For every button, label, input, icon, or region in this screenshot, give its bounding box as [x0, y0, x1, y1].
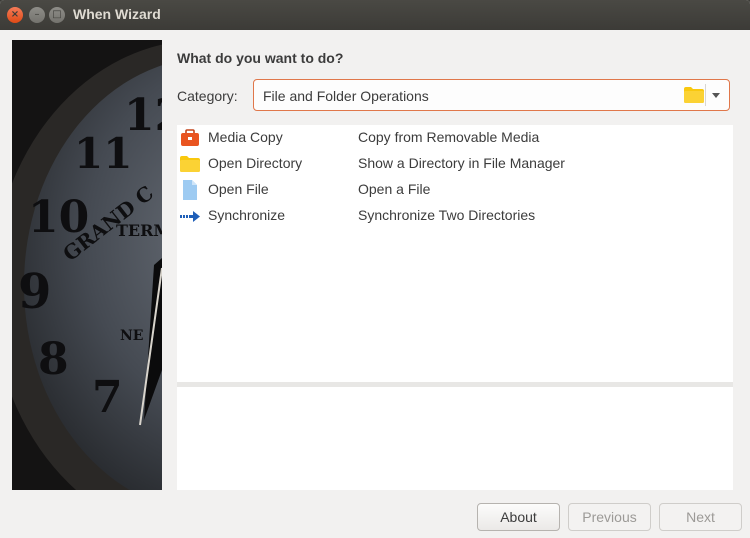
file-icon: [180, 180, 200, 200]
list-item[interactable]: Synchronize Synchronize Two Directories: [177, 203, 733, 229]
category-combobox[interactable]: File and Folder Operations: [253, 79, 730, 111]
task-list: Media Copy Copy from Removable Media Ope…: [177, 125, 733, 382]
category-label: Category:: [177, 88, 238, 104]
list-item[interactable]: Media Copy Copy from Removable Media: [177, 125, 733, 151]
close-button[interactable]: ×: [7, 7, 23, 23]
task-description: Open a File: [358, 181, 431, 197]
category-value: File and Folder Operations: [263, 88, 429, 104]
task-description: Copy from Removable Media: [358, 129, 540, 145]
task-description: Synchronize Two Directories: [358, 207, 536, 223]
folder-icon: [684, 87, 704, 107]
list-item[interactable]: Open Directory Show a Directory in File …: [177, 151, 733, 177]
list-item[interactable]: Open File Open a File: [177, 177, 733, 203]
task-name: Open File: [208, 181, 269, 197]
media-copy-icon: [180, 128, 200, 148]
clock-numeral: 8: [38, 334, 69, 385]
clock-numeral: 7: [92, 372, 123, 423]
combo-separator: [705, 84, 706, 106]
task-name: Media Copy: [208, 129, 283, 145]
wizard-window: × – □ When Wizard 12 11 10 9 8 7: [0, 0, 750, 538]
chevron-down-icon[interactable]: [712, 93, 720, 98]
clock-text: TERMI: [116, 221, 162, 240]
wizard-prompt: What do you want to do?: [177, 50, 344, 66]
clock-numeral: 11: [74, 129, 132, 178]
task-description: Show a Directory in File Manager: [358, 155, 565, 171]
task-name: Open Directory: [208, 155, 303, 171]
clock-text: NE: [120, 328, 143, 344]
folder-icon: [180, 154, 200, 174]
clock-image: 12 11 10 9 8 7 GRAND C TERMI NE: [12, 40, 162, 490]
sync-arrow-icon: [180, 206, 200, 226]
next-button[interactable]: Next: [659, 503, 742, 531]
minimize-button[interactable]: –: [29, 7, 45, 23]
previous-button[interactable]: Previous: [568, 503, 651, 531]
title-bar: × – □ When Wizard: [0, 0, 750, 30]
window-title: When Wizard: [73, 6, 161, 22]
details-pane: [177, 387, 733, 490]
task-name: Synchronize: [208, 207, 286, 223]
maximize-button[interactable]: □: [49, 7, 65, 23]
clock-numeral: 9: [18, 264, 51, 320]
about-button[interactable]: About: [477, 503, 560, 531]
